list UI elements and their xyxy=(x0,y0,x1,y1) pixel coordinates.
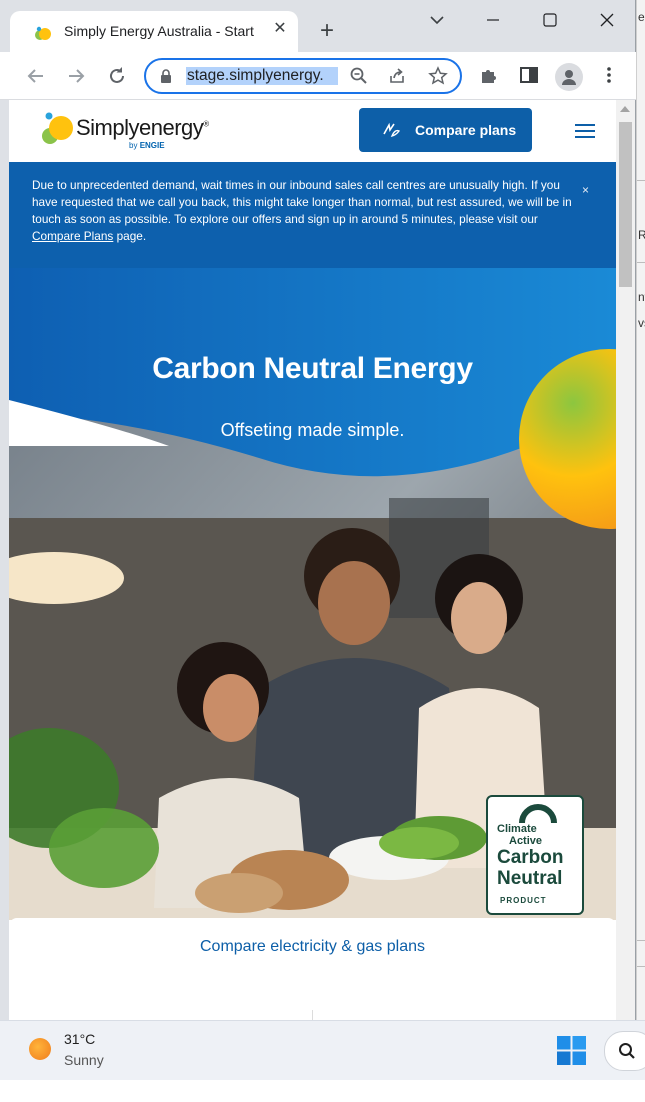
scroll-up-arrow-icon[interactable] xyxy=(620,106,630,112)
card-divider xyxy=(312,1010,313,1020)
tab-strip: Simply Energy Australia - Start ✕ + xyxy=(0,0,636,52)
banner-tail: page. xyxy=(116,229,147,243)
reload-icon[interactable] xyxy=(105,64,129,88)
climate-active-badge: Climate Active Carbon Neutral PRODUCT xyxy=(486,795,584,915)
search-icon xyxy=(619,1043,635,1059)
close-icon[interactable] xyxy=(592,8,622,32)
logo-bubbles-icon xyxy=(42,112,73,144)
maximize-icon[interactable] xyxy=(535,8,565,32)
simply-energy-logo[interactable]: Simplyenergy® by ENGIE xyxy=(39,108,219,156)
browser-tab[interactable]: Simply Energy Australia - Start ✕ xyxy=(10,11,298,52)
windows-taskbar: 31°C Sunny xyxy=(0,1020,645,1080)
background-window: ec R nte vs xyxy=(636,0,645,1020)
badge-product: PRODUCT xyxy=(500,896,547,905)
address-bar[interactable]: stage.simplyenergy. xyxy=(144,58,462,94)
star-icon[interactable] xyxy=(428,66,448,86)
web-page: Simplyenergy® by ENGIE Compare plans Due… xyxy=(9,100,616,1020)
profile-icon[interactable] xyxy=(555,63,583,91)
plans-card: Compare electricity & gas plans xyxy=(9,918,616,1020)
tab-title: Simply Energy Australia - Start xyxy=(64,23,254,39)
banner-text: Due to unprecedented demand, wait times … xyxy=(32,178,572,226)
logo-by-engie: by ENGIE xyxy=(129,141,165,150)
simply-energy-favicon-icon xyxy=(35,26,51,40)
tab-search-icon[interactable] xyxy=(422,8,452,32)
weather-sun-icon[interactable] xyxy=(29,1038,51,1060)
badge-climate-active: Climate Active xyxy=(497,823,543,847)
scrollbar-thumb[interactable] xyxy=(619,122,632,287)
weather-condition[interactable]: Sunny xyxy=(64,1052,104,1068)
screen-bottom-area xyxy=(0,1080,645,1102)
windows-start-icon[interactable] xyxy=(557,1036,586,1065)
background-window-text-1: ec xyxy=(638,10,645,24)
taskbar-search-button[interactable] xyxy=(604,1031,645,1071)
demand-notice-banner: Due to unprecedented demand, wait times … xyxy=(9,162,616,268)
compare-plans-button[interactable]: Compare plans xyxy=(359,108,532,152)
badge-carbon-neutral: Carbon Neutral xyxy=(497,847,564,889)
hero-section: Carbon Neutral Energy Offseting made sim… xyxy=(9,268,616,920)
browser-toolbar: stage.simplyenergy. xyxy=(0,52,636,100)
energy-plans-icon xyxy=(383,122,401,138)
background-window-text-2: R xyxy=(638,228,645,242)
url-text[interactable]: stage.simplyenergy. xyxy=(186,67,338,85)
back-icon[interactable] xyxy=(24,64,48,88)
kebab-menu-icon[interactable] xyxy=(598,64,620,86)
extensions-icon[interactable] xyxy=(478,64,500,86)
compare-plans-label: Compare plans xyxy=(415,122,517,138)
minimize-icon[interactable] xyxy=(478,8,508,32)
weather-temperature[interactable]: 31°C xyxy=(64,1031,95,1047)
hamburger-menu-icon[interactable] xyxy=(575,124,595,140)
site-header: Simplyenergy® by ENGIE Compare plans xyxy=(9,100,616,162)
background-window-text-4: vs xyxy=(638,316,645,330)
climate-active-logo-icon xyxy=(519,804,557,824)
new-tab-button[interactable]: + xyxy=(316,19,338,43)
share-icon[interactable] xyxy=(387,66,407,86)
zoom-icon[interactable] xyxy=(349,66,369,86)
forward-icon[interactable] xyxy=(64,64,88,88)
compare-plans-link[interactable]: Compare Plans xyxy=(32,229,113,243)
background-window-text-3: nte xyxy=(638,290,645,304)
banner-close-icon[interactable]: × xyxy=(582,182,589,199)
page-scrollbar[interactable] xyxy=(616,100,635,1020)
logo-wordmark: Simplyenergy® xyxy=(76,115,209,140)
hero-title: Carbon Neutral Energy xyxy=(152,352,473,385)
hero-subtitle: Offseting made simple. xyxy=(220,420,405,440)
compare-electricity-gas-link[interactable]: Compare electricity & gas plans xyxy=(9,938,616,956)
tab-close-icon[interactable]: ✕ xyxy=(272,21,288,37)
sidebar-icon[interactable] xyxy=(518,64,540,86)
lock-icon[interactable] xyxy=(158,68,174,84)
